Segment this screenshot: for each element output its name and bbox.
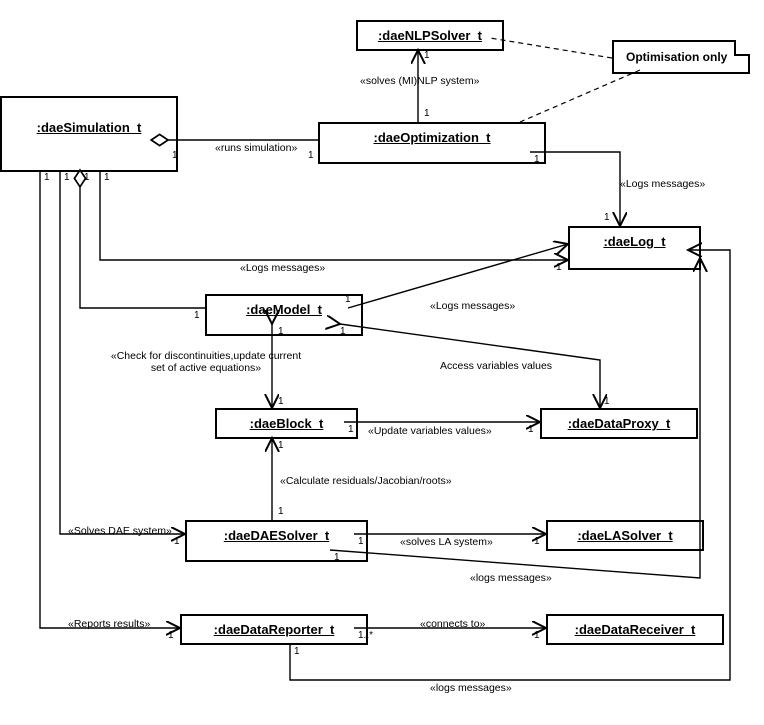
- node-dataproxy: :daeDataProxy_t: [540, 408, 698, 439]
- node-datareporter: :daeDataReporter_t: [180, 614, 368, 645]
- node-lasolver: :daeLASolver_t: [546, 520, 704, 551]
- note-optimisation-only: Optimisation only: [612, 40, 750, 74]
- mult: 1: [174, 536, 180, 547]
- node-simulation: :daeSimulation_t: [0, 96, 178, 172]
- node-log: :daeLog_t: [568, 226, 701, 270]
- mult: 1: [358, 536, 364, 547]
- mult: 1: [308, 150, 314, 161]
- mult: 1: [194, 310, 200, 321]
- node-label: :daeModel_t: [246, 302, 322, 317]
- node-label: :daeDataReporter_t: [214, 622, 335, 637]
- lbl-calc-resid: «Calculate residuals/Jacobian/roots»: [280, 475, 452, 487]
- node-nlpsolver: :daeNLPSolver_t: [356, 20, 504, 51]
- mult: 1: [278, 440, 284, 451]
- mult: 1: [172, 150, 178, 161]
- mult: 1: [278, 396, 284, 407]
- mult: 1: [556, 262, 562, 273]
- mult: 1..*: [358, 630, 373, 641]
- mult: 1: [44, 172, 50, 183]
- lbl-opt-log: «Logs messages»: [620, 178, 705, 190]
- node-optimization: :daeOptimization_t: [318, 122, 546, 164]
- note-text: Optimisation only: [626, 50, 727, 64]
- mult: 1: [294, 646, 300, 657]
- lbl-solves-minlp: «solves (MI)NLP system»: [360, 75, 479, 87]
- mult: 1: [534, 536, 540, 547]
- mult: 1: [84, 172, 90, 183]
- lbl-runs-simulation: «runs simulation»: [215, 142, 297, 154]
- node-label: :daeDAESolver_t: [224, 528, 329, 543]
- node-block: :daeBlock_t: [215, 408, 358, 439]
- mult: 1: [345, 294, 351, 305]
- mult: 1: [534, 630, 540, 641]
- edge-sim-log: [100, 170, 568, 260]
- node-daesolver: :daeDAESolver_t: [185, 520, 368, 562]
- mult: 1: [604, 212, 610, 223]
- mult: 1: [104, 172, 110, 183]
- mult: 1: [64, 172, 70, 183]
- mult: 1: [424, 108, 430, 119]
- mult: 1: [278, 506, 284, 517]
- mult: 1: [604, 396, 610, 407]
- mult: 1: [334, 552, 340, 563]
- lbl-sim-log: «Logs messages»: [240, 262, 325, 274]
- uml-canvas: :daeSimulation_t :daeNLPSolver_t :daeOpt…: [0, 0, 764, 725]
- node-label: :daeNLPSolver_t: [378, 28, 482, 43]
- edge-note-opt: [520, 70, 640, 122]
- lbl-solves-la: «solves LA system»: [400, 536, 493, 548]
- lbl-reports: «Reports results»: [68, 618, 150, 630]
- mult: 1: [424, 50, 430, 61]
- lbl-connects: «connects to»: [420, 618, 485, 630]
- lbl-model-log: «Logs messages»: [430, 300, 515, 312]
- lbl-solves-dae: «Solves DAE system»: [68, 525, 172, 537]
- node-label: :daeBlock_t: [250, 416, 324, 431]
- mult: 1: [348, 424, 354, 435]
- edge-sim-rep: [40, 170, 180, 628]
- edge-sim-model: [80, 170, 205, 308]
- node-label: :daeSimulation_t: [37, 120, 142, 135]
- lbl-dae-logs: «logs messages»: [470, 572, 552, 584]
- node-label: :daeDataReceiver_t: [575, 622, 696, 637]
- mult: 1: [278, 326, 284, 337]
- edge-note-nlp: [490, 38, 612, 58]
- node-label: :daeLASolver_t: [577, 528, 672, 543]
- mult: 1: [534, 154, 540, 165]
- mult: 1: [340, 326, 346, 337]
- node-label: :daeLog_t: [603, 234, 665, 249]
- lbl-check-disc: «Check for discontinuities,update curren…: [106, 350, 306, 374]
- node-label: :daeOptimization_t: [373, 130, 490, 145]
- edge-model-log: [348, 244, 568, 308]
- node-datareceiver: :daeDataReceiver_t: [546, 614, 724, 645]
- node-label: :daeDataProxy_t: [568, 416, 671, 431]
- lbl-access-vars: Access variables values: [440, 360, 552, 372]
- lbl-update-vars: «Update variables values»: [368, 425, 492, 437]
- mult: 1: [528, 424, 534, 435]
- mult: 1: [168, 630, 174, 641]
- lbl-rep-logs: «logs messages»: [430, 682, 512, 694]
